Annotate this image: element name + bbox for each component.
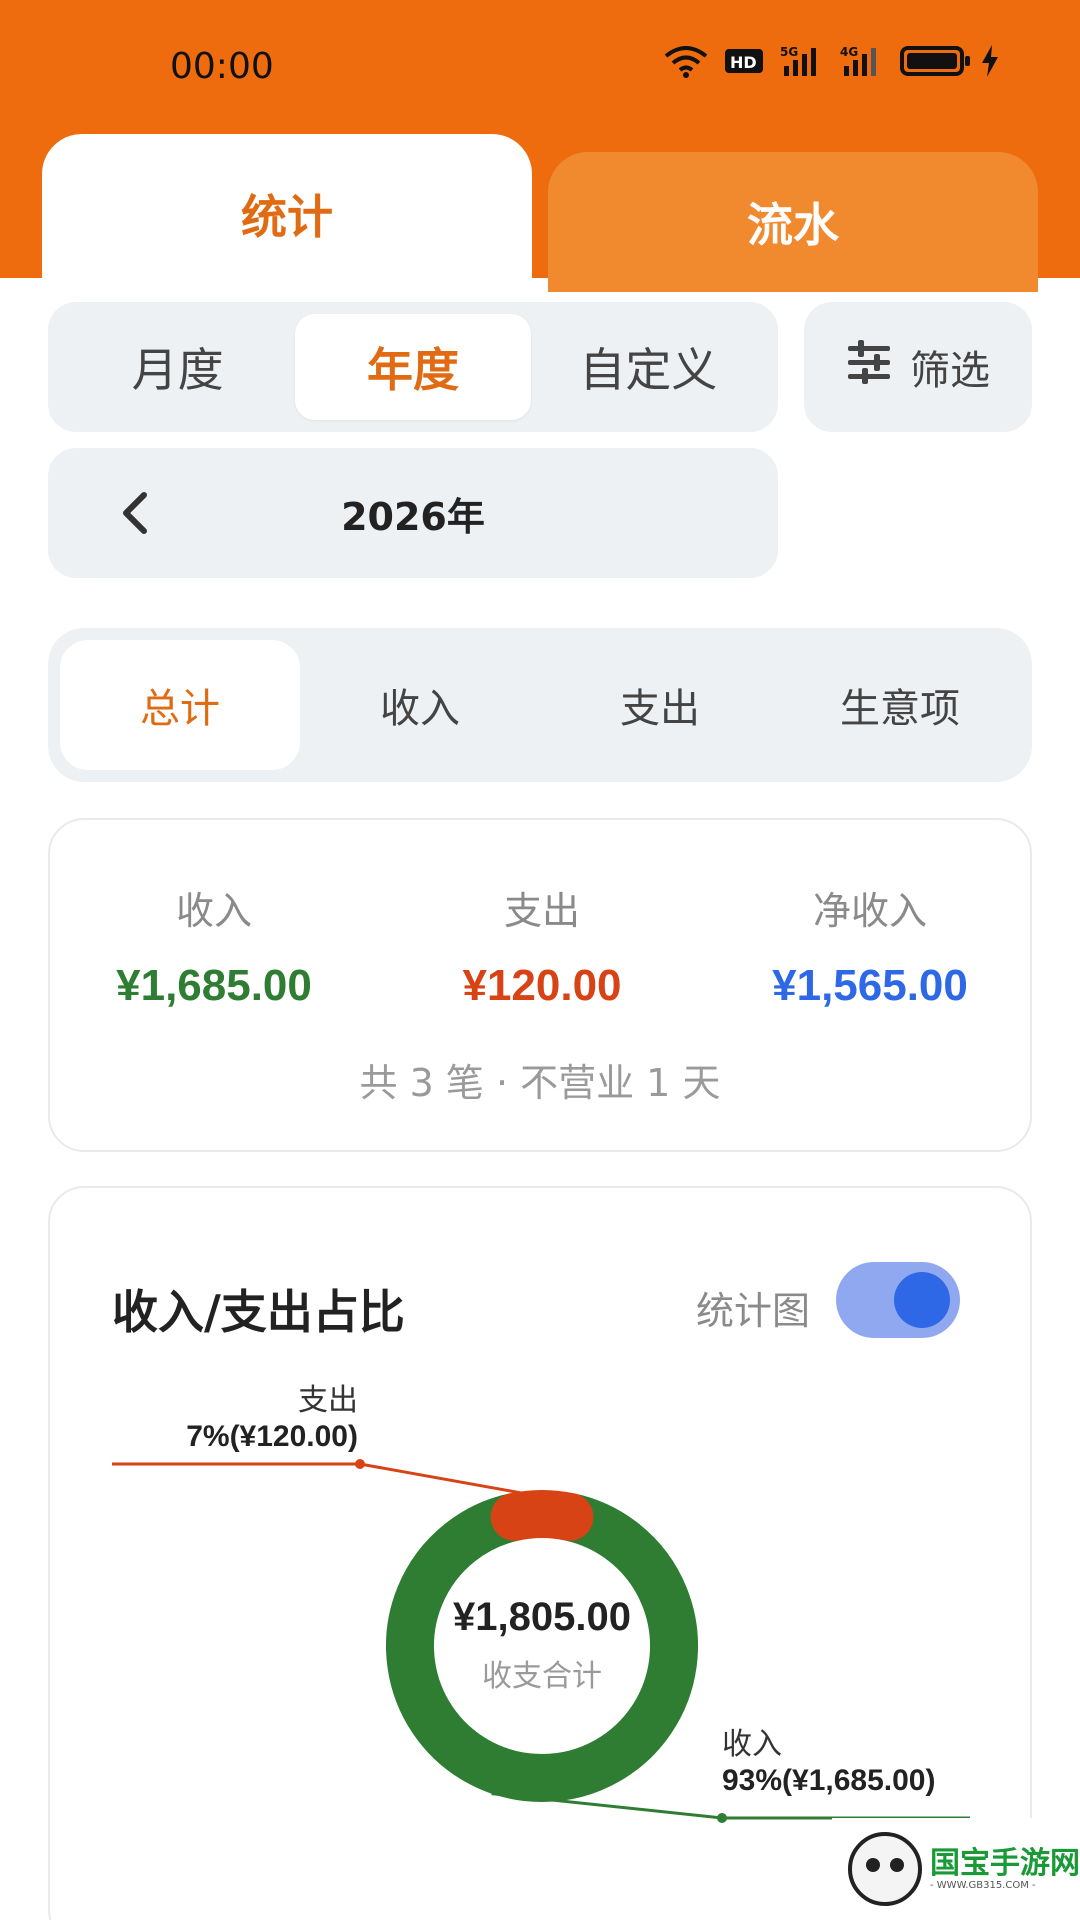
expense-label: 支出 (503, 889, 580, 933)
net-summary: 净收入 ¥1,565.00 (706, 880, 1034, 1011)
summary-card: 收入 ¥1,685.00 支出 ¥120.00 净收入 ¥1,565.00 共 … (48, 818, 1032, 1152)
period-monthly[interactable]: 月度 (60, 314, 295, 420)
period-yearly[interactable]: 年度 (295, 314, 531, 420)
filter-icon (846, 340, 892, 394)
expense-leader-line-dot (355, 1459, 365, 1469)
expense-slice-value: 7%(¥120.00) (186, 1420, 358, 1453)
filter-label: 筛选 (910, 348, 990, 394)
summary-footer: 共 3 笔 · 不营业 1 天 (359, 1061, 721, 1105)
watermark-sub: - WWW.GB315.COM - (930, 1880, 1036, 1891)
panda-logo-icon (848, 1832, 922, 1906)
ratio-chart-card: 收入/支出占比 统计图 ¥1,805.00 收支合计 支出 7%(¥120.00… (48, 1186, 1032, 1920)
svg-text:5G: 5G (780, 45, 798, 59)
5g-signal-icon: 5G (780, 44, 824, 78)
net-income-label: 净收入 (812, 889, 927, 933)
status-time: 00:00 (170, 46, 274, 87)
tab-total[interactable]: 总计 (60, 640, 300, 770)
year-navigator: 2026年 (48, 448, 778, 578)
expense-leader-line (112, 1462, 529, 1496)
4g-signal-icon: 4G (840, 44, 884, 78)
header-bar: 00:00 HD 5G 4G 统计 流水 (0, 0, 1080, 294)
tab-statistics[interactable]: 统计 (42, 134, 532, 294)
period-selector: 月度 年度 自定义 (48, 302, 778, 432)
donut-chart: ¥1,805.00 收支合计 支出 7%(¥120.00) 收入 93%(¥1,… (112, 1383, 970, 1823)
expense-value: ¥120.00 (462, 961, 622, 1010)
donut-center-value: ¥1,805.00 (453, 1595, 631, 1639)
svg-text:HD: HD (730, 53, 757, 72)
income-label: 收入 (175, 889, 252, 933)
tab-transactions[interactable]: 流水 (548, 152, 1038, 292)
income-slice-value: 93%(¥1,685.00) (722, 1764, 936, 1797)
year-label: 2026年 (341, 494, 485, 539)
watermark-text: 国宝手游网 (930, 1846, 1080, 1881)
income-value: ¥1,685.00 (116, 961, 312, 1010)
expense-slice-name: 支出 (298, 1383, 358, 1418)
watermark-text-block: 国宝手游网 - WWW.GB315.COM - (930, 1847, 1080, 1891)
tab-expense[interactable]: 支出 (540, 640, 780, 770)
period-custom[interactable]: 自定义 (531, 314, 766, 420)
income-summary: 收入 ¥1,685.00 (50, 880, 378, 1011)
app-screen: 00:00 HD 5G 4G 统计 流水 月度 年度 自定义 筛选 2026年 … (0, 0, 1080, 1920)
category-tabs: 总计 收入 支出 生意项 (48, 628, 1032, 782)
income-slice-name: 收入 (722, 1727, 782, 1762)
net-income-value: ¥1,565.00 (772, 961, 968, 1010)
status-icons: HD 5G 4G (664, 44, 1000, 78)
income-leader-line-dot (717, 1813, 727, 1823)
expense-summary: 支出 ¥120.00 (378, 880, 706, 1011)
filter-button[interactable]: 筛选 (804, 302, 1032, 432)
wifi-icon (664, 44, 708, 78)
battery-icon (900, 46, 970, 76)
tab-business-items[interactable]: 生意项 (780, 640, 1020, 770)
charging-icon (980, 45, 1000, 77)
svg-text:4G: 4G (840, 45, 858, 59)
hd-icon: HD (724, 46, 764, 76)
donut-center-label: 收支合计 (482, 1659, 602, 1694)
expense-slice (490, 1490, 594, 1541)
tab-income[interactable]: 收入 (300, 640, 540, 770)
watermark: 国宝手游网 - WWW.GB315.COM - (832, 1818, 1080, 1920)
income-slice (386, 1493, 698, 1802)
